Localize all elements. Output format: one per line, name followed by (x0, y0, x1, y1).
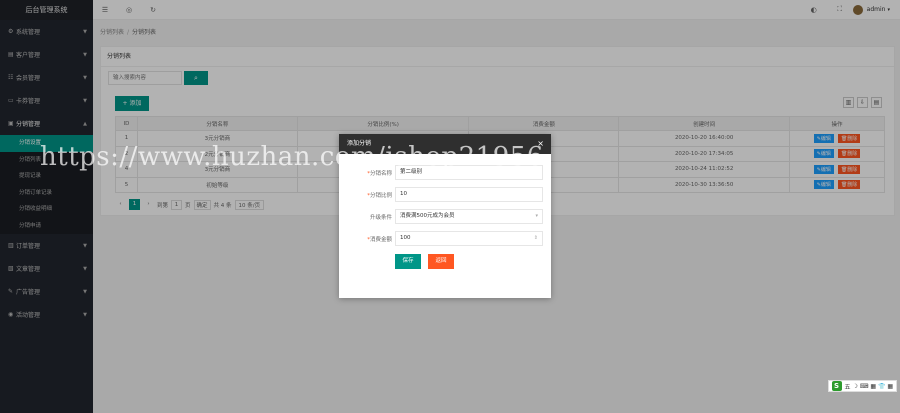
form-row-amount: *消费金额 100 ⇕ (339, 231, 543, 246)
amount-stepper[interactable]: 100 ⇕ (395, 231, 543, 246)
field-label: *消费金额 (367, 236, 392, 243)
ime-toolbar[interactable]: S 五 ☽ ⌨ ▦ 👕 ▦ (827, 380, 897, 392)
field-label: 升级条件 (369, 214, 392, 221)
dialog-actions: 保存 返回 (395, 254, 454, 269)
form-row-ratio: *分销比例 10 (339, 187, 543, 202)
chevron-down-icon: ▾ (535, 213, 538, 219)
watermark-text: https://www.huzhan.com/ishop21956 (40, 142, 544, 172)
back-button[interactable]: 返回 (428, 254, 454, 269)
form-row-condition: 升级条件 消费满500元成为会员 ▾ (339, 209, 543, 224)
ime-tool-icons[interactable]: ☽ ⌨ ▦ 👕 ▦ (853, 383, 893, 390)
field-label: *分销比例 (367, 192, 392, 199)
stepper-icon[interactable]: ⇕ (534, 232, 538, 245)
ime-logo-icon: S (831, 381, 842, 391)
save-button[interactable]: 保存 (395, 254, 421, 269)
upgrade-condition-select[interactable]: 消费满500元成为会员 ▾ (395, 209, 543, 224)
ime-lang[interactable]: 五 (845, 382, 851, 391)
distribution-ratio-field[interactable]: 10 (395, 187, 543, 202)
